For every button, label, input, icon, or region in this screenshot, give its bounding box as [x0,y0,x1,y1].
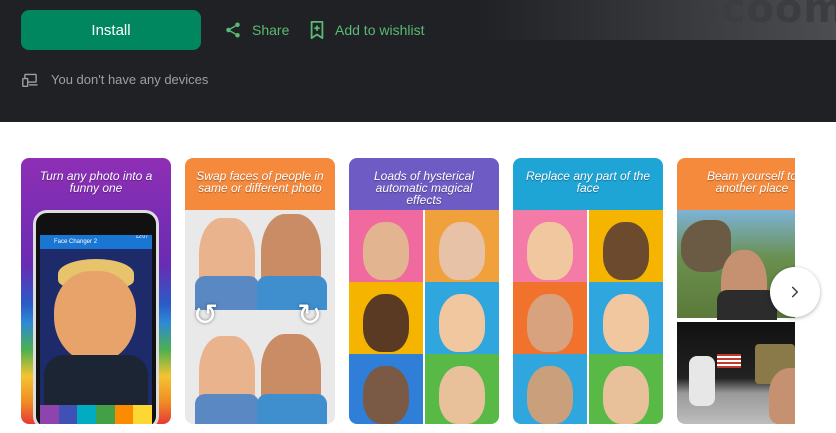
screenshot-carousel[interactable]: Turn any photo into a funny one Face Cha… [21,158,795,424]
screenshot-3[interactable]: Loads of hysterical automatic magical ef… [349,158,499,424]
effect-tile [349,282,423,354]
effect-tile [349,354,423,424]
phone-time: 12:07 [135,235,148,240]
effect-tile [349,210,423,282]
effect-tile [513,282,587,354]
app-header: scoom Install Share Add to wishlist You … [0,0,836,122]
effect-tile [589,282,663,354]
devices-status: You don't have any devices [22,72,208,87]
wishlist-label: Add to wishlist [335,22,425,38]
swap-arrow-right-icon: ↻ [297,298,323,333]
effect-tile [425,354,499,424]
effect-tile [513,354,587,424]
devices-text: You don't have any devices [51,72,209,87]
phone-screen: Face Changer 2 12:07 [40,235,152,405]
screenshot-4[interactable]: Replace any part of the face [513,158,663,424]
screenshot-2[interactable]: Swap faces of people in same or differen… [185,158,335,424]
screenshot-caption: Turn any photo into a funny one [39,169,153,195]
chevron-right-icon [791,286,799,298]
shirt-illustration [195,394,259,424]
screenshot-caption: Beam yourself to another place [677,158,795,210]
effect-tile [425,282,499,354]
bookmark-plus-icon [310,21,324,39]
screenshot-caption: Swap faces of people in same or differen… [185,158,335,210]
devices-icon [22,73,38,87]
share-icon [226,22,240,38]
phone-app-bar: Face Changer 2 12:07 [40,235,152,249]
shirt-illustration [717,290,777,320]
screenshot-caption: Replace any part of the face [513,158,663,210]
screenshot-1[interactable]: Turn any photo into a funny one Face Cha… [21,158,171,424]
share-label: Share [252,22,290,38]
share-button[interactable]: Share [224,18,289,42]
astronaut-illustration [689,356,715,406]
effect-tile [513,210,587,282]
flag-illustration [717,354,741,368]
person-illustration [769,368,795,424]
phone-app-title: Face Changer 2 [54,239,98,245]
face-illustration [54,271,136,363]
effect-tile [425,210,499,282]
suit-illustration [44,355,148,405]
carousel-next-button[interactable] [770,267,820,317]
install-button[interactable]: Install [21,10,201,50]
screenshot-caption: Loads of hysterical automatic magical ef… [349,158,499,210]
phone-mockup: Face Changer 2 12:07 [33,210,159,424]
phone-tab-bar [40,405,153,424]
effect-tile [589,210,663,282]
header-background-text: scoom [696,0,836,32]
swap-arrow-left-icon: ↺ [193,298,219,333]
shirt-illustration [257,394,327,424]
wishlist-button[interactable]: Add to wishlist [309,18,424,42]
effect-tile [589,354,663,424]
